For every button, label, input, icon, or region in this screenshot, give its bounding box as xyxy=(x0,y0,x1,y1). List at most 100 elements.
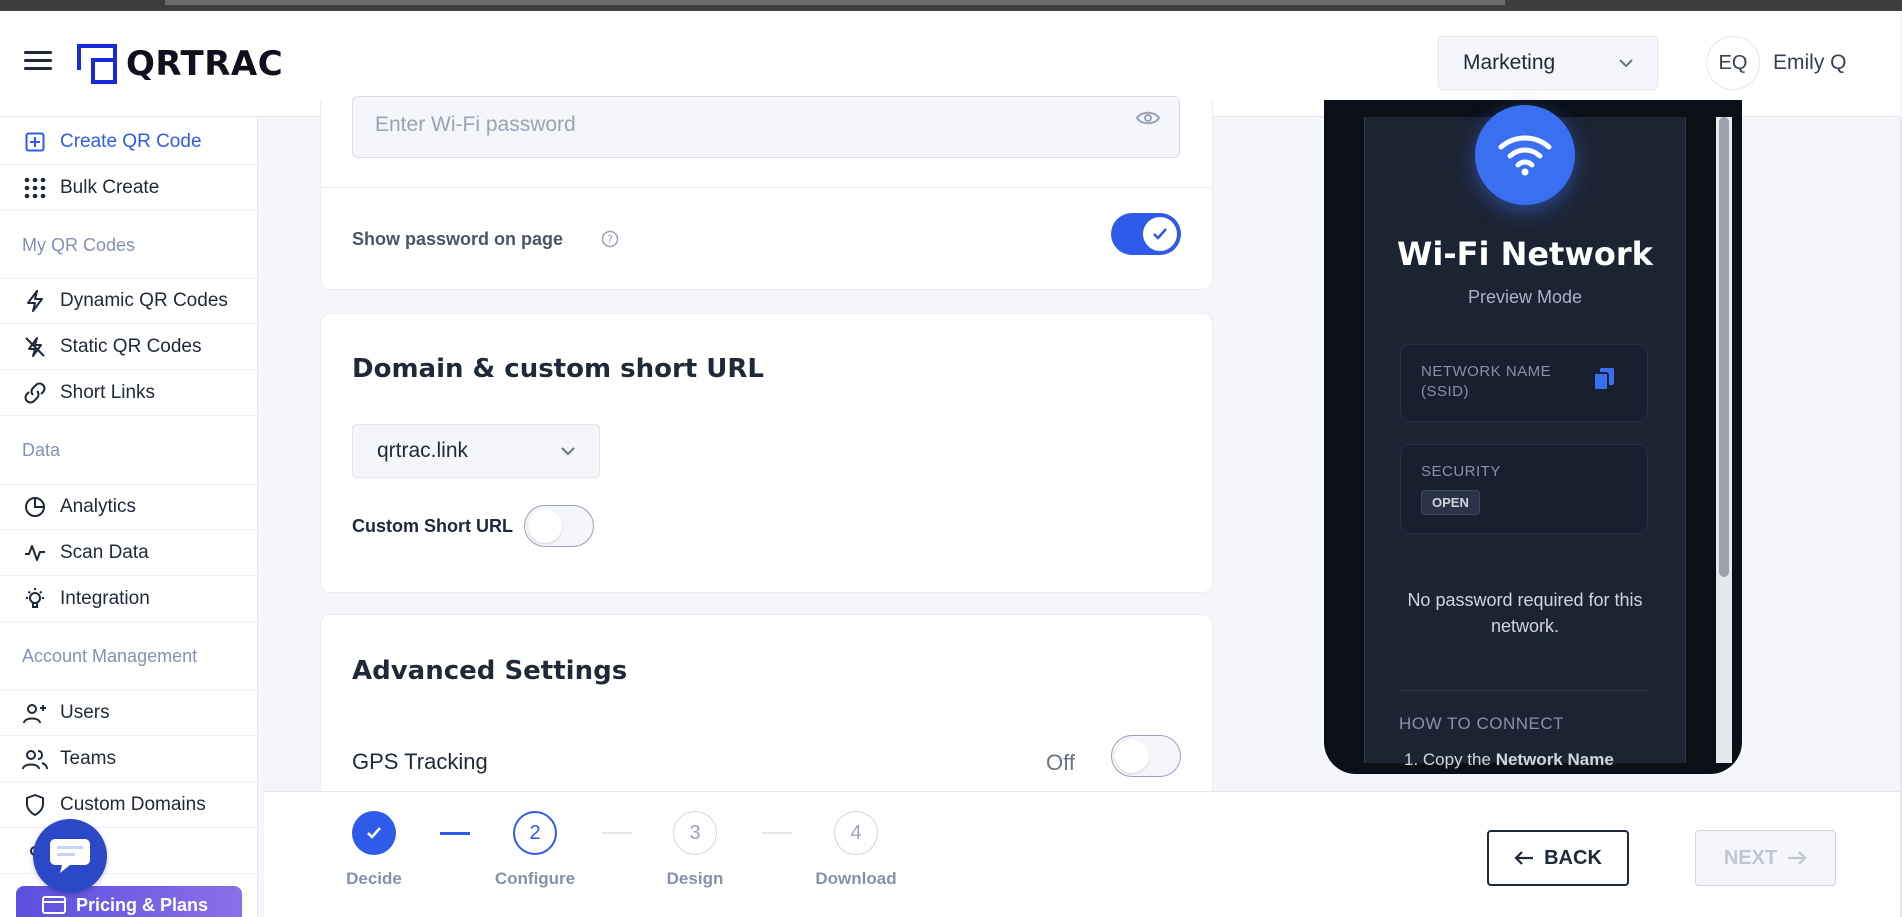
sidebar-item-label: Bulk Create xyxy=(60,176,160,198)
sidebar-item-custom-domains[interactable]: Custom Domains xyxy=(0,782,258,828)
sidebar-item-create-qr-code[interactable]: Create QR Code xyxy=(0,119,258,165)
workspace-select[interactable]: Marketing xyxy=(1438,36,1658,90)
sidebar-item-analytics[interactable]: Analytics xyxy=(0,484,258,530)
window-top-strip xyxy=(0,0,1902,11)
sidebar-item-teams[interactable]: Teams xyxy=(0,736,258,782)
sidebar-section-account-management: Account Management xyxy=(22,646,198,666)
wifi-password-input[interactable]: Enter Wi-Fi password xyxy=(352,96,1180,158)
domain-card-title: Domain & custom short URL xyxy=(352,354,764,384)
sidebar-item-label: Analytics xyxy=(60,496,137,517)
back-button-label: BACK xyxy=(1544,846,1602,869)
copy-icon[interactable] xyxy=(1593,367,1615,391)
lightning-icon xyxy=(22,288,48,314)
phone-screen xyxy=(1364,117,1686,763)
gps-tracking-toggle[interactable] xyxy=(1111,735,1181,777)
sidebar-item-static-qr-codes[interactable]: Static QR Codes xyxy=(0,324,258,370)
step-4-circle[interactable]: 4 xyxy=(834,811,878,855)
sidebar-item-label: Teams xyxy=(60,747,116,769)
sidebar-item-label: Scan Data xyxy=(60,541,149,563)
wizard-footer xyxy=(264,791,1900,917)
plus-square-icon xyxy=(22,129,48,155)
preview-divider xyxy=(1398,690,1648,691)
users-icon xyxy=(22,746,48,772)
step-text: 1. Copy the xyxy=(1404,750,1491,769)
credit-card-icon xyxy=(42,896,66,917)
toggle-knob xyxy=(1143,217,1177,251)
custom-short-url-toggle[interactable] xyxy=(524,505,594,547)
sidebar-item-users[interactable]: Users xyxy=(0,690,258,736)
security-label: SECURITY xyxy=(1421,463,1501,480)
chevron-down-icon xyxy=(561,447,575,456)
avatar[interactable]: EQ xyxy=(1706,36,1760,90)
sidebar-item-label: Create QR Code xyxy=(60,130,202,152)
check-icon xyxy=(1153,228,1167,240)
next-button-label: NEXT xyxy=(1723,846,1778,869)
advanced-settings-card xyxy=(320,614,1213,814)
chat-icon xyxy=(50,839,90,873)
phone-scrollbar-thumb[interactable] xyxy=(1719,117,1729,577)
show-password-toggle[interactable] xyxy=(1111,213,1181,255)
domain-select[interactable]: qrtrac.link xyxy=(352,424,600,478)
sidebar-item-dynamic-qr-codes[interactable]: Dynamic QR Codes xyxy=(0,278,258,324)
menu-icon[interactable] xyxy=(24,51,52,75)
grid-dots-icon xyxy=(22,175,48,201)
link-icon xyxy=(22,380,48,406)
sidebar-item-label: Integration xyxy=(60,587,150,609)
logo-icon[interactable] xyxy=(77,44,117,84)
step-2-label: Configure xyxy=(494,869,576,888)
user-name[interactable]: Emily Q xyxy=(1773,51,1847,75)
preview-title: Wi-Fi Network xyxy=(1397,235,1653,273)
step-3-circle[interactable]: 3 xyxy=(673,811,717,855)
next-button[interactable]: NEXT xyxy=(1695,830,1836,886)
sidebar-item-bulk-create[interactable]: Bulk Create xyxy=(0,165,258,211)
workspace-select-value: Marketing xyxy=(1463,51,1556,74)
logo-text[interactable]: QRTRAC xyxy=(126,44,283,84)
sidebar-item-integration[interactable]: Integration xyxy=(0,576,258,622)
arrow-left-icon xyxy=(1514,851,1534,865)
sidebar-item-label: Dynamic QR Codes xyxy=(60,290,228,311)
custom-short-url-label: Custom Short URL xyxy=(352,516,513,536)
pricing-plans-label: Pricing & Plans xyxy=(76,895,209,915)
sidebar-section-data: Data xyxy=(22,440,61,460)
how-to-connect-heading: HOW TO CONNECT xyxy=(1399,714,1565,733)
phone-scrollbar[interactable] xyxy=(1716,117,1732,763)
security-box: SECURITY OPEN xyxy=(1400,444,1648,534)
step-3-label: Design xyxy=(666,869,724,888)
back-button[interactable]: BACK xyxy=(1487,830,1629,886)
sidebar-item-label: Custom Domains xyxy=(60,793,206,815)
sidebar-item-label: Static QR Codes xyxy=(60,335,202,357)
step-connector xyxy=(762,832,792,834)
wifi-icon xyxy=(1498,135,1552,176)
domain-select-value: qrtrac.link xyxy=(377,439,469,462)
lightning-off-icon xyxy=(22,334,48,360)
step-bold-text: Network Name xyxy=(1495,750,1614,769)
svg-text:?: ? xyxy=(607,233,613,246)
pie-chart-icon xyxy=(22,494,48,520)
step-1-circle[interactable] xyxy=(352,811,396,855)
chat-button[interactable] xyxy=(33,819,107,893)
how-to-connect-step: 1. Copy the Network Name xyxy=(1404,750,1614,770)
gps-tracking-label: GPS Tracking xyxy=(352,749,488,774)
activity-icon xyxy=(22,540,48,566)
card-divider xyxy=(320,187,1213,188)
bulb-icon xyxy=(22,586,48,612)
eye-icon[interactable] xyxy=(1136,110,1160,126)
network-name-label: NETWORK NAME (SSID) xyxy=(1421,363,1552,400)
shield-icon xyxy=(22,792,48,818)
network-name-box: NETWORK NAME (SSID) xyxy=(1400,344,1648,422)
step-2-circle[interactable]: 2 xyxy=(513,811,557,855)
preview-message: No password required for this network. xyxy=(1407,590,1643,636)
toggle-knob xyxy=(528,509,562,543)
pricing-plans-button[interactable]: Pricing & Plans xyxy=(16,886,242,917)
help-icon[interactable]: ? xyxy=(601,230,619,248)
step-1-label: Decide xyxy=(346,869,402,888)
arrow-right-icon xyxy=(1788,851,1807,865)
preview-subtitle: Preview Mode xyxy=(1467,287,1583,307)
sidebar-item-short-links[interactable]: Short Links xyxy=(0,370,258,416)
show-password-label: Show password on page xyxy=(352,229,564,249)
sidebar-item-scan-data[interactable]: Scan Data xyxy=(0,530,258,576)
step-connector xyxy=(602,832,632,834)
wifi-password-placeholder: Enter Wi-Fi password xyxy=(375,113,576,136)
sidebar-section-my-qr-codes: My QR Codes xyxy=(22,235,136,255)
advanced-settings-title: Advanced Settings xyxy=(352,656,628,686)
